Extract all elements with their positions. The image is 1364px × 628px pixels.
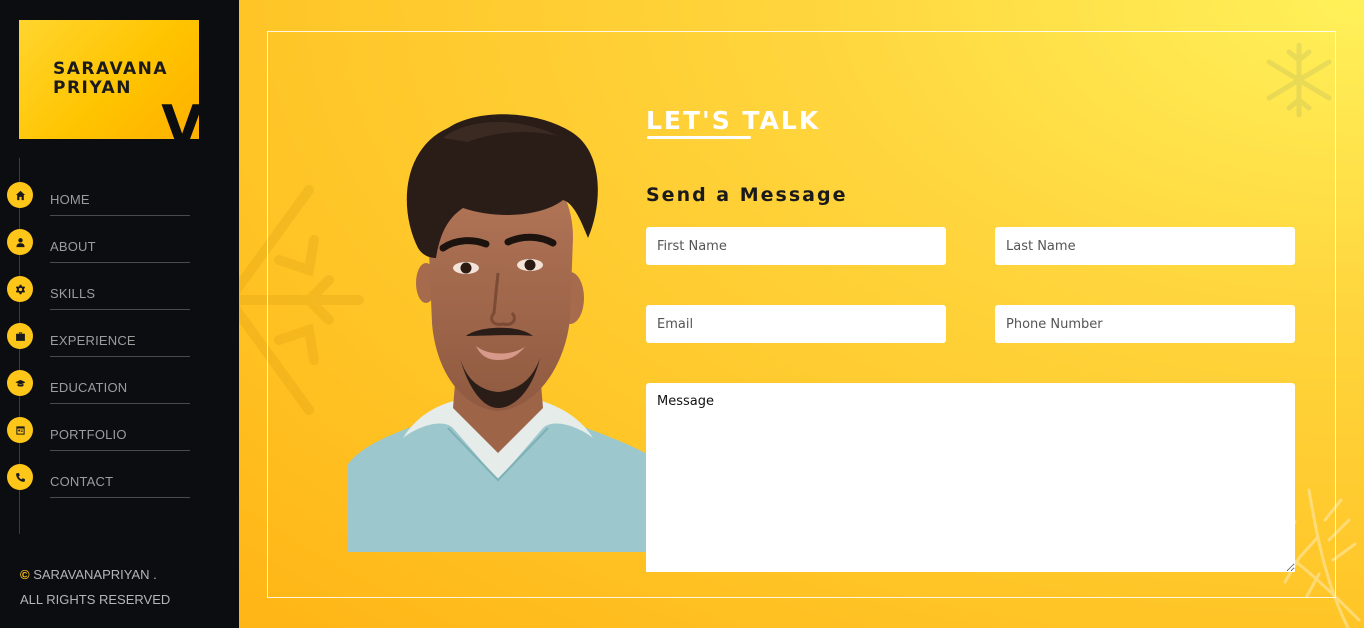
message-field[interactable]: [646, 383, 1295, 572]
divider: [50, 356, 190, 357]
divider: [50, 450, 190, 451]
user-icon: [7, 229, 33, 255]
sidebar-item-education[interactable]: EDUCATION: [0, 363, 239, 410]
sidebar-item-about[interactable]: ABOUT: [0, 222, 239, 269]
divider: [50, 403, 190, 404]
sidebar-item-experience[interactable]: EXPERIENCE: [0, 316, 239, 363]
copyright-name: SARAVANAPRIYAN .: [29, 567, 157, 582]
copyright-symbol: ©: [20, 567, 30, 582]
portfolio-icon: [7, 417, 33, 443]
divider: [50, 215, 190, 216]
page-title: LET'S TALK: [646, 106, 821, 135]
divider: [50, 309, 190, 310]
phone-field[interactable]: [995, 305, 1295, 343]
contact-section: LET'S TALK Send a Message: [239, 0, 1364, 628]
logo-text: SARAVANA PRIYAN: [53, 59, 169, 98]
title-underline: [647, 136, 751, 139]
sidebar-item-label: HOME: [50, 192, 90, 207]
first-name-field[interactable]: [646, 227, 946, 265]
last-name-field[interactable]: [995, 227, 1295, 265]
briefcase-icon: [7, 323, 33, 349]
sidebar: SARAVANA PRIYAN V HOME ABOUT SKILLS EXPE…: [0, 0, 239, 628]
divider: [50, 497, 190, 498]
home-icon: [7, 182, 33, 208]
sidebar-item-label: EXPERIENCE: [50, 333, 136, 348]
sidebar-item-label: EDUCATION: [50, 380, 128, 395]
sidebar-item-label: CONTACT: [50, 474, 114, 489]
sidebar-item-label: PORTFOLIO: [50, 427, 127, 442]
phone-icon: [7, 464, 33, 490]
logo[interactable]: SARAVANA PRIYAN V: [19, 20, 199, 139]
sidebar-item-label: ABOUT: [50, 239, 96, 254]
divider: [50, 262, 190, 263]
sidebar-item-portfolio[interactable]: PORTFOLIO: [0, 410, 239, 457]
copyright: © SARAVANAPRIYAN . ALL RIGHTS RESERVED: [20, 562, 170, 612]
copyright-rights: ALL RIGHTS RESERVED: [20, 592, 171, 607]
sidebar-item-contact[interactable]: CONTACT: [0, 457, 239, 504]
sidebar-item-home[interactable]: HOME: [0, 175, 239, 222]
sidebar-item-label: SKILLS: [50, 286, 96, 301]
graduation-cap-icon: [7, 370, 33, 396]
gear-icon: [7, 276, 33, 302]
email-field[interactable]: [646, 305, 946, 343]
sidebar-item-skills[interactable]: SKILLS: [0, 269, 239, 316]
profile-photo: [348, 114, 647, 552]
logo-mark: V: [161, 94, 199, 140]
form-title: Send a Message: [646, 184, 848, 206]
